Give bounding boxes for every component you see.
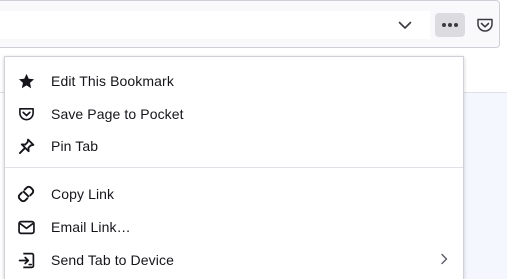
pocket-icon xyxy=(17,105,35,123)
menu-item-label: Email Link… xyxy=(51,219,131,235)
send-to-device-icon xyxy=(17,251,35,269)
menu-item-edit-bookmark[interactable]: Edit This Bookmark xyxy=(5,69,463,93)
pin-icon xyxy=(17,137,35,155)
url-input[interactable] xyxy=(0,11,430,39)
menu-item-label: Copy Link xyxy=(51,186,115,202)
chevron-down-icon xyxy=(398,21,412,29)
save-to-pocket-button[interactable] xyxy=(472,13,498,37)
menu-separator xyxy=(5,167,463,168)
pocket-icon xyxy=(477,18,493,32)
mail-icon xyxy=(17,218,35,236)
url-bar xyxy=(0,0,500,48)
menu-item-save-to-pocket[interactable]: Save Page to Pocket xyxy=(5,102,463,126)
menu-item-send-tab-to-device[interactable]: Send Tab to Device xyxy=(5,248,463,272)
menu-item-label: Save Page to Pocket xyxy=(51,106,184,122)
chevron-right-icon xyxy=(441,253,448,265)
menu-item-pin-tab[interactable]: Pin Tab xyxy=(5,134,463,158)
link-icon xyxy=(17,185,35,203)
page-action-menu: Edit This Bookmark Save Page to Pocket P… xyxy=(4,56,464,279)
menu-item-label: Send Tab to Device xyxy=(51,252,174,268)
page-actions-button[interactable] xyxy=(435,13,465,37)
menu-item-copy-link[interactable]: Copy Link xyxy=(5,182,463,206)
menu-item-label: Pin Tab xyxy=(51,138,99,154)
star-filled-icon xyxy=(17,72,35,90)
menu-item-label: Edit This Bookmark xyxy=(51,73,174,89)
menu-item-email-link[interactable]: Email Link… xyxy=(5,215,463,239)
url-history-dropmarker-button[interactable] xyxy=(392,13,418,37)
page-background xyxy=(463,93,507,279)
more-horizontal-icon xyxy=(442,23,458,27)
